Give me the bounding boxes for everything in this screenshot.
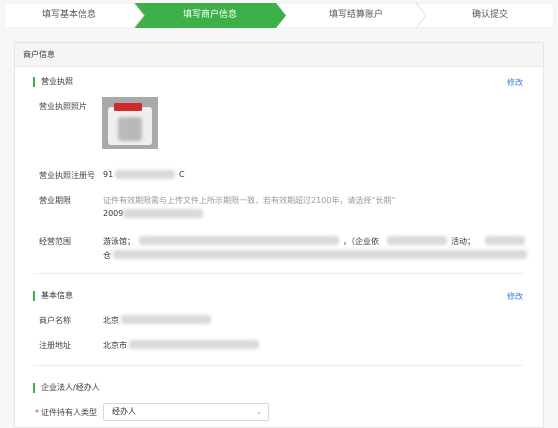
name-redaction	[121, 315, 211, 324]
progress-steps: 填写基本信息 填写商户信息 填写结算账户 确认提交	[4, 3, 554, 28]
address-value: 北京市	[103, 341, 127, 350]
step-label: 确认提交	[471, 10, 508, 20]
merchant-name-value: 北京	[103, 316, 119, 325]
step-basic-info[interactable]: 填写基本信息	[4, 3, 134, 28]
license-scope-line2: 仓	[103, 251, 111, 260]
license-scope-label: 经营范围	[39, 237, 71, 246]
scope-redaction-4	[113, 250, 527, 259]
license-photo[interactable]	[102, 97, 158, 149]
section-divider	[33, 273, 523, 274]
license-regno-suffix: C	[179, 170, 185, 179]
scope-redaction-2	[387, 236, 447, 245]
section-divider	[33, 365, 523, 366]
chevron-down-icon: ⌄	[256, 408, 262, 416]
period-redaction	[123, 209, 203, 218]
license-regno-prefix: 91	[103, 170, 114, 179]
license-period-note: 证件有效期限需与上传文件上所示期限一致，若有效期超过2100年，请选择“长期”	[103, 196, 396, 205]
regno-redaction	[115, 170, 175, 179]
merchant-info-card: 商户信息 营业执照 修改 营业执照照片 营业执照注册号 91 C 营业期限 证件…	[14, 42, 544, 428]
section-title-license: 营业执照	[33, 77, 73, 87]
address-redaction	[129, 340, 259, 349]
license-photo-label: 营业执照照片	[39, 102, 87, 111]
holder-type-select[interactable]: 经办人 ⌄	[103, 403, 269, 421]
holder-type-value: 经办人	[112, 407, 136, 416]
photo-red-band	[114, 103, 142, 111]
edit-basic-link[interactable]: 修改	[507, 291, 523, 302]
edit-license-link[interactable]: 修改	[507, 77, 523, 88]
license-scope-tail: 活动；	[451, 237, 475, 246]
holder-type-label: * 证件持有人类型	[35, 407, 97, 418]
photo-redaction	[118, 117, 142, 141]
section-title-basic: 基本信息	[33, 291, 73, 301]
step-settlement-account[interactable]: 填写结算账户	[286, 3, 426, 28]
step-confirm-submit[interactable]: 确认提交	[426, 3, 554, 28]
license-period-label: 营业期限	[39, 196, 71, 205]
step-label: 填写基本信息	[41, 10, 96, 20]
address-label: 注册地址	[39, 341, 71, 350]
step-label: 填写商户信息	[182, 10, 237, 20]
step-label: 填写结算账户	[328, 10, 383, 20]
scope-redaction-3	[485, 236, 525, 245]
scope-redaction-1	[139, 236, 339, 245]
card-title: 商户信息	[15, 43, 543, 67]
license-period-value: 2009	[103, 209, 124, 218]
license-regno-label: 营业执照注册号	[39, 171, 95, 180]
license-scope-mid: ，（企业依	[343, 237, 379, 246]
license-scope-prefix: 游泳馆；	[103, 237, 135, 246]
merchant-name-label: 商户名称	[39, 316, 71, 325]
required-mark: *	[35, 408, 39, 417]
holder-type-label-text: 证件持有人类型	[41, 408, 97, 417]
section-title-legal: 企业法人/经办人	[33, 383, 100, 393]
step-merchant-info[interactable]: 填写商户信息	[134, 3, 286, 28]
